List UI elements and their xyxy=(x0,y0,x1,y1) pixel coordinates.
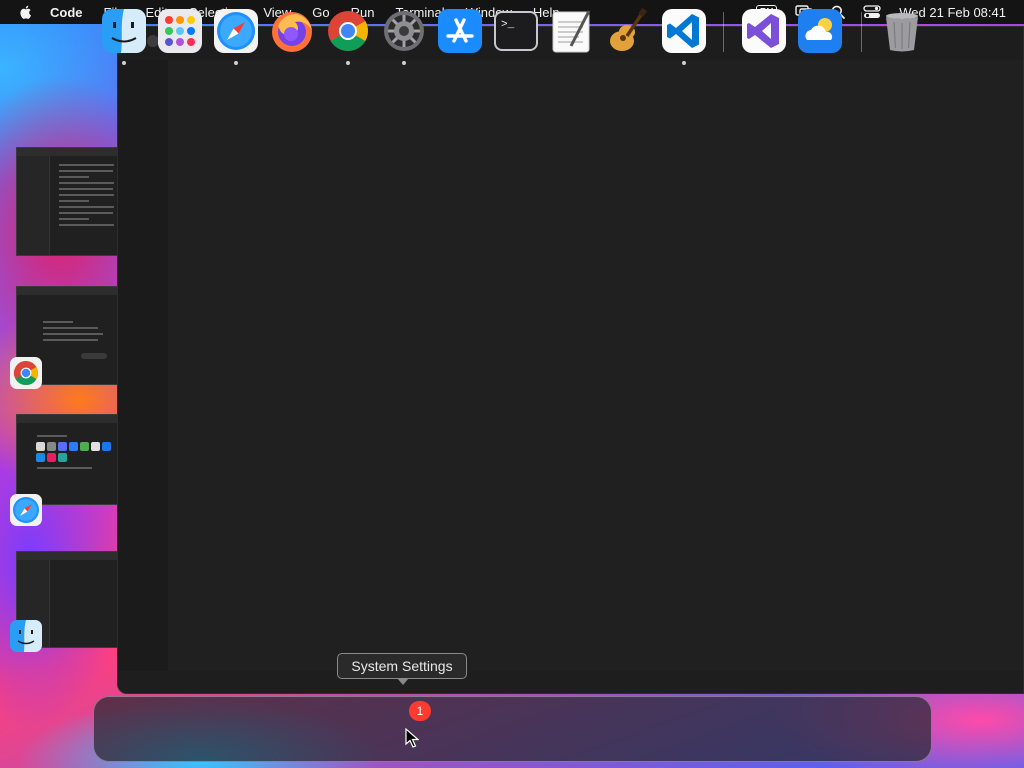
visual-studio-dock-icon[interactable] xyxy=(741,8,787,54)
dock-separator xyxy=(723,12,724,52)
window-thumbnail-settings[interactable] xyxy=(16,147,120,256)
mouse-cursor-icon xyxy=(405,728,419,748)
apple-menu-icon[interactable] xyxy=(18,4,34,20)
vscode-running-indicator xyxy=(682,61,686,65)
window-thumbnail-browser[interactable] xyxy=(16,414,120,505)
safari-window-icon[interactable] xyxy=(10,494,42,526)
textedit-dock-icon[interactable] xyxy=(549,8,595,54)
finder-window-icon[interactable] xyxy=(10,620,42,652)
system-settings-dock-icon[interactable] xyxy=(381,8,427,54)
svg-text:>_: >_ xyxy=(501,19,515,31)
notification-badge: 1 xyxy=(409,701,431,721)
dock xyxy=(93,696,932,762)
finder-dock-icon[interactable] xyxy=(101,8,147,54)
safari-dock-icon[interactable] xyxy=(213,8,259,54)
app-store-dock-icon[interactable] xyxy=(437,8,483,54)
menu-app-name[interactable]: Code xyxy=(50,5,83,20)
firefox-dock-icon[interactable] xyxy=(269,8,315,54)
trash-dock-icon[interactable] xyxy=(879,8,925,54)
dock-separator-2 xyxy=(861,12,862,52)
terminal-dock-icon[interactable]: >_ xyxy=(493,8,539,54)
finder-running-indicator xyxy=(122,61,126,65)
chrome-dock-icon[interactable] xyxy=(325,8,371,54)
vscode-window[interactable] xyxy=(117,26,1024,694)
chrome-window-icon[interactable] xyxy=(10,357,42,389)
safari-running-indicator xyxy=(234,61,238,65)
garageband-dock-icon[interactable] xyxy=(605,8,651,54)
chrome-running-indicator xyxy=(346,61,350,65)
activity-bar xyxy=(118,60,168,671)
weather-dock-icon[interactable] xyxy=(797,8,843,54)
vscode-dock-icon[interactable] xyxy=(661,8,707,54)
launchpad-dock-icon[interactable] xyxy=(157,8,203,54)
dock-tooltip-pointer xyxy=(397,678,409,685)
dock-tooltip: System Settings xyxy=(337,653,467,679)
system-settings-running-indicator xyxy=(402,61,406,65)
editor-area[interactable] xyxy=(168,60,1023,671)
